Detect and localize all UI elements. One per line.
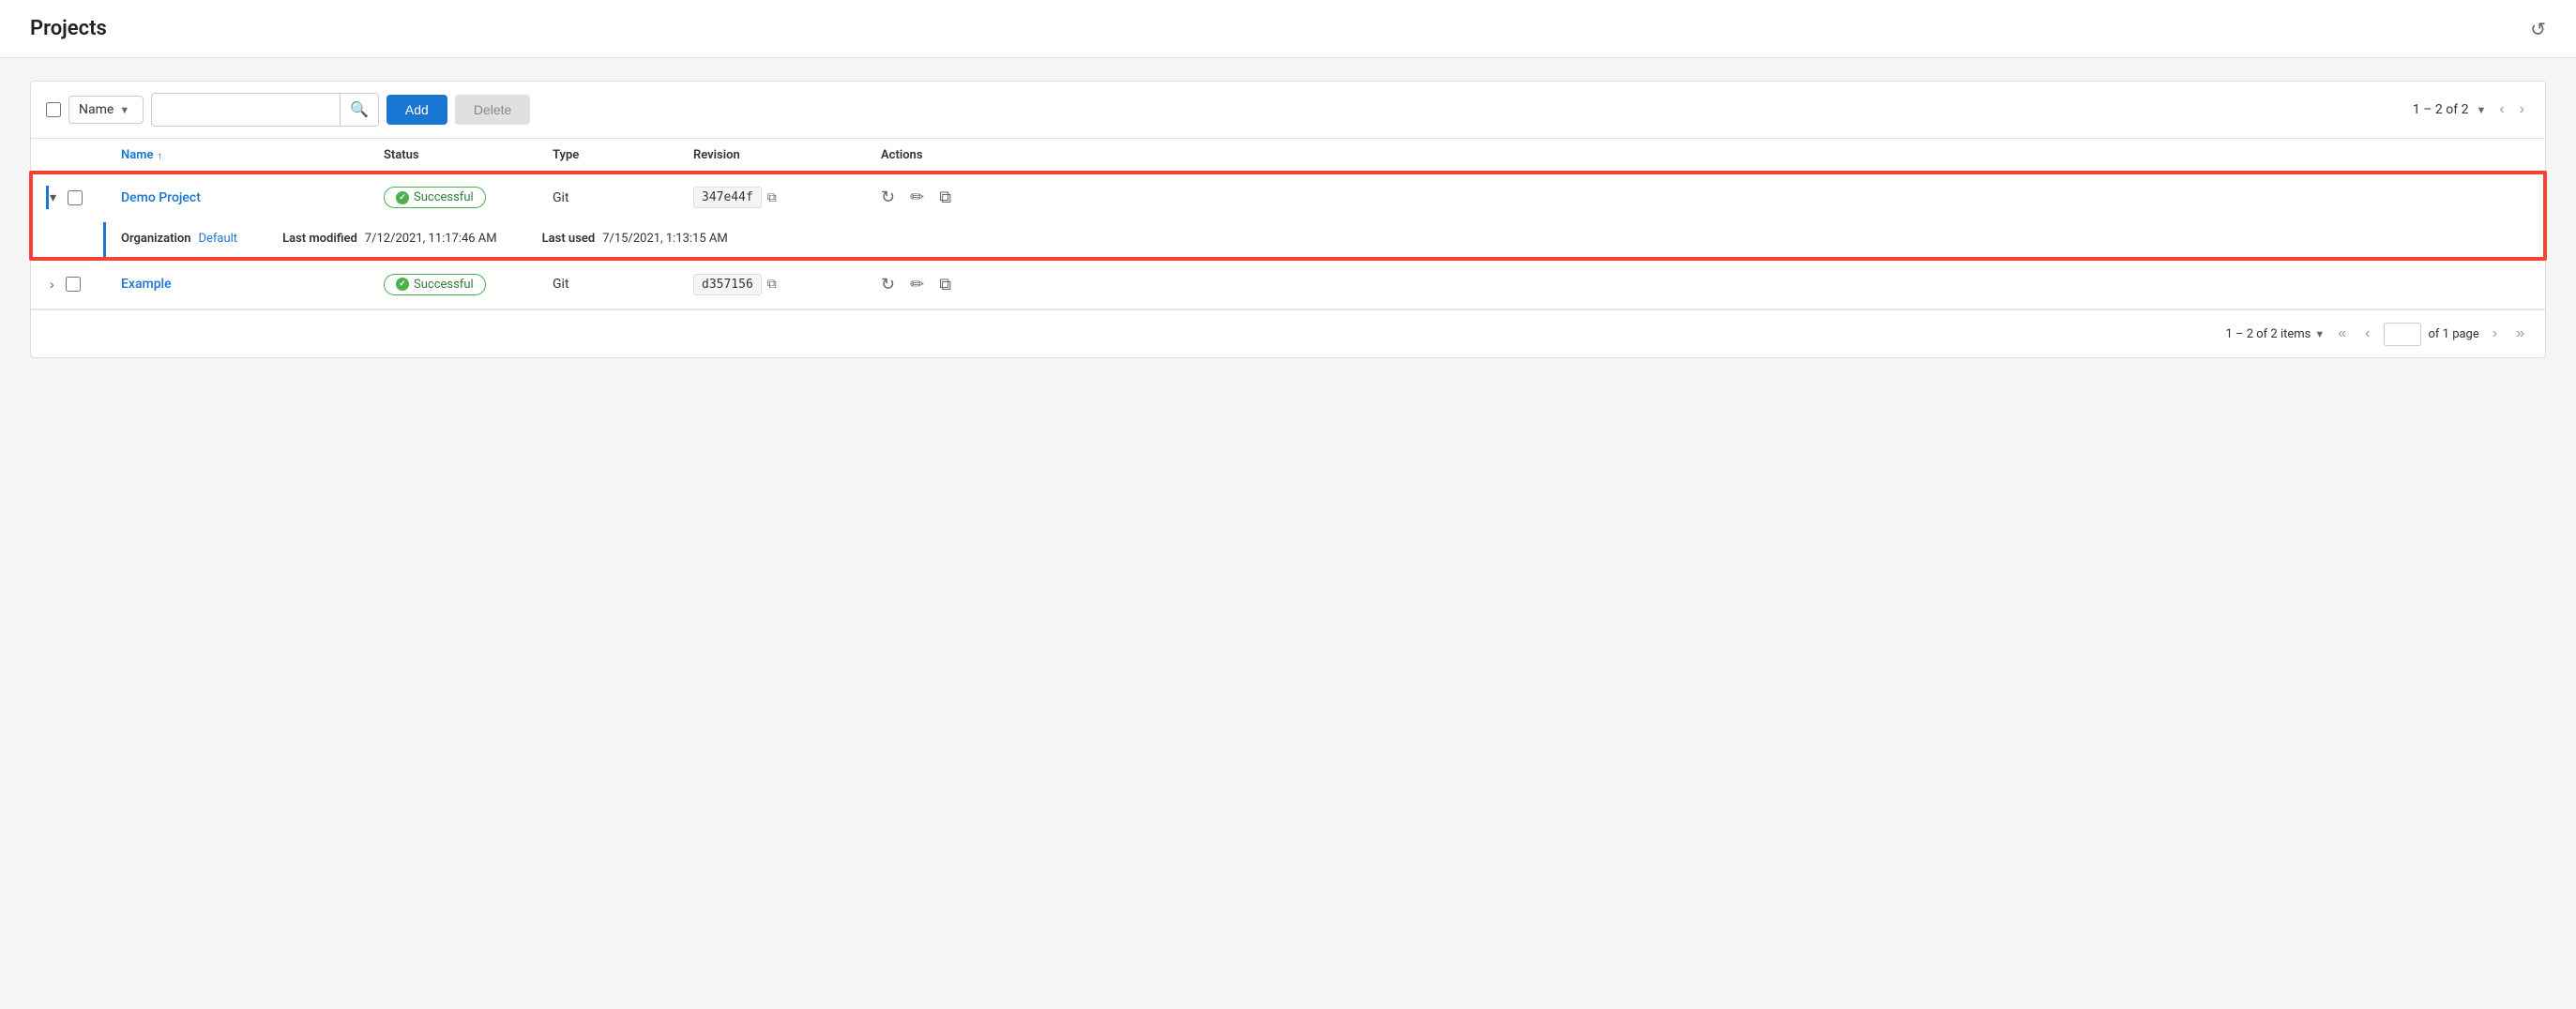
- last-modified-field: Last modified 7/12/2021, 11:17:46 AM: [282, 232, 497, 246]
- edit-icon-example[interactable]: ✏: [910, 275, 924, 294]
- row-expand-demo: Organization Default Last modified 7/12/…: [31, 222, 2545, 259]
- items-summary: 1 – 2 of 2 items: [2225, 327, 2311, 341]
- page-number-input[interactable]: 1: [2384, 323, 2421, 346]
- copy-project-icon-demo[interactable]: ⧉: [939, 188, 951, 207]
- last-used-label: Last used: [542, 232, 596, 246]
- col-header-type: Type: [553, 148, 693, 162]
- copy-icon-demo[interactable]: ⧉: [767, 190, 777, 205]
- sort-icon-name: ↑: [157, 149, 162, 162]
- expand-content-demo: Organization Default Last modified 7/12/…: [106, 222, 2545, 259]
- col-header-actions: Actions: [881, 148, 1068, 162]
- actions-cell-example: ↻ ✏ ⧉: [881, 275, 1068, 294]
- status-badge-demo: ✓ Successful: [384, 187, 486, 208]
- filter-dropdown[interactable]: Name ▼: [68, 96, 144, 124]
- prev-page-btn-bottom[interactable]: ‹: [2359, 322, 2375, 346]
- row-indicator-example: ›: [46, 273, 121, 295]
- last-modified-label: Last modified: [282, 232, 357, 246]
- revision-cell-demo: 347e44f ⧉: [693, 187, 881, 208]
- org-label: Organization: [121, 232, 190, 246]
- select-all-checkbox-container[interactable]: [46, 102, 61, 117]
- revision-value-demo: 347e44f: [693, 187, 762, 208]
- project-name-link-demo[interactable]: Demo Project: [121, 190, 201, 205]
- search-input[interactable]: [152, 96, 340, 124]
- type-cell-example: Git: [553, 277, 693, 292]
- first-page-button[interactable]: «: [2332, 322, 2352, 346]
- table-container: Name ▼ 🔍 Add Delete 1 – 2 of 2 ▼ ‹ ›: [30, 81, 2546, 358]
- next-page-button[interactable]: ›: [2514, 98, 2530, 122]
- project-name-cell-example: Example: [121, 277, 384, 292]
- search-button[interactable]: 🔍: [340, 94, 378, 126]
- copy-icon-example[interactable]: ⧉: [767, 277, 777, 292]
- col-header-name[interactable]: Name ↑: [121, 148, 384, 162]
- table-row: ▾ Demo Project ✓ Successful Git 347e44f …: [31, 173, 2545, 260]
- next-page-btn-bottom[interactable]: ›: [2487, 322, 2503, 346]
- filter-dropdown-label: Name: [79, 102, 114, 117]
- status-dot-demo: ✓: [396, 191, 409, 204]
- last-page-button[interactable]: »: [2510, 322, 2530, 346]
- status-label-demo: Successful: [414, 190, 474, 204]
- type-cell-demo: Git: [553, 190, 693, 205]
- revision-cell-example: d357156 ⧉: [693, 274, 881, 295]
- pagination-dropdown-arrow[interactable]: ▼: [2476, 104, 2486, 116]
- pagination-summary: 1 – 2 of 2: [2413, 102, 2469, 117]
- col-header-status: Status: [384, 148, 553, 162]
- col-header-expand: [46, 148, 121, 162]
- last-used-value: 7/15/2021, 1:13:15 AM: [602, 232, 728, 246]
- row-checkbox-demo[interactable]: [68, 190, 83, 205]
- row-indicator-demo: ▾: [46, 186, 121, 209]
- status-cell-demo: ✓ Successful: [384, 187, 553, 208]
- project-name-link-example[interactable]: Example: [121, 277, 172, 292]
- col-header-revision: Revision: [693, 148, 881, 162]
- toolbar-right: 1 – 2 of 2 ▼ ‹ ›: [2413, 98, 2530, 122]
- page-header: Projects ↺: [0, 0, 2576, 58]
- filter-dropdown-arrow: ▼: [119, 104, 129, 116]
- row-main-demo: ▾ Demo Project ✓ Successful Git 347e44f …: [31, 173, 2545, 222]
- table-row-example: › Example ✓ Successful Git d357156 ⧉: [31, 260, 2545, 309]
- status-dot-example: ✓: [396, 278, 409, 291]
- last-used-field: Last used 7/15/2021, 1:13:15 AM: [542, 232, 728, 246]
- org-value[interactable]: Default: [198, 232, 237, 246]
- org-field: Organization Default: [121, 232, 237, 246]
- status-label-example: Successful: [414, 278, 474, 292]
- status-badge-example: ✓ Successful: [384, 274, 486, 295]
- add-button[interactable]: Add: [386, 95, 447, 125]
- delete-button[interactable]: Delete: [455, 95, 530, 125]
- last-modified-value: 7/12/2021, 11:17:46 AM: [365, 232, 497, 246]
- main-content: Name ▼ 🔍 Add Delete 1 – 2 of 2 ▼ ‹ ›: [0, 58, 2576, 381]
- project-name-cell-demo: Demo Project: [121, 190, 384, 205]
- select-all-checkbox[interactable]: [46, 102, 61, 117]
- expand-spacer: [31, 222, 106, 259]
- history-icon[interactable]: ↺: [2530, 18, 2546, 40]
- status-cell-example: ✓ Successful: [384, 274, 553, 295]
- pagination-info: 1 – 2 of 2 ▼: [2413, 102, 2486, 117]
- copy-project-icon-example[interactable]: ⧉: [939, 275, 951, 294]
- edit-icon-demo[interactable]: ✏: [910, 188, 924, 207]
- toolbar-left: Name ▼ 🔍 Add Delete: [46, 93, 2405, 127]
- refresh-icon-demo[interactable]: ↻: [881, 188, 895, 207]
- expand-toggle-example[interactable]: ›: [46, 273, 58, 295]
- page-title: Projects: [30, 17, 107, 40]
- row-checkbox-example[interactable]: [66, 277, 81, 292]
- blue-bar: [46, 186, 49, 209]
- row-main-example: › Example ✓ Successful Git d357156 ⧉: [31, 260, 2545, 309]
- items-dropdown-arrow[interactable]: ▼: [2314, 328, 2325, 340]
- items-per-page: 1 – 2 of 2 items ▼: [2225, 327, 2325, 341]
- refresh-icon-example[interactable]: ↻: [881, 275, 895, 294]
- table-header: Name ↑ Status Type Revision Actions: [31, 139, 2545, 173]
- page-of-label: of 1 page: [2429, 327, 2479, 341]
- bottom-pagination: 1 – 2 of 2 items ▼ « ‹ 1 of 1 page › »: [31, 309, 2545, 357]
- toolbar: Name ▼ 🔍 Add Delete 1 – 2 of 2 ▼ ‹ ›: [31, 82, 2545, 139]
- revision-value-example: d357156: [693, 274, 762, 295]
- pagination-nav: ‹ ›: [2493, 98, 2530, 122]
- search-input-wrapper: 🔍: [151, 93, 379, 127]
- prev-page-button[interactable]: ‹: [2493, 98, 2509, 122]
- actions-cell-demo: ↻ ✏ ⧉: [881, 188, 1068, 207]
